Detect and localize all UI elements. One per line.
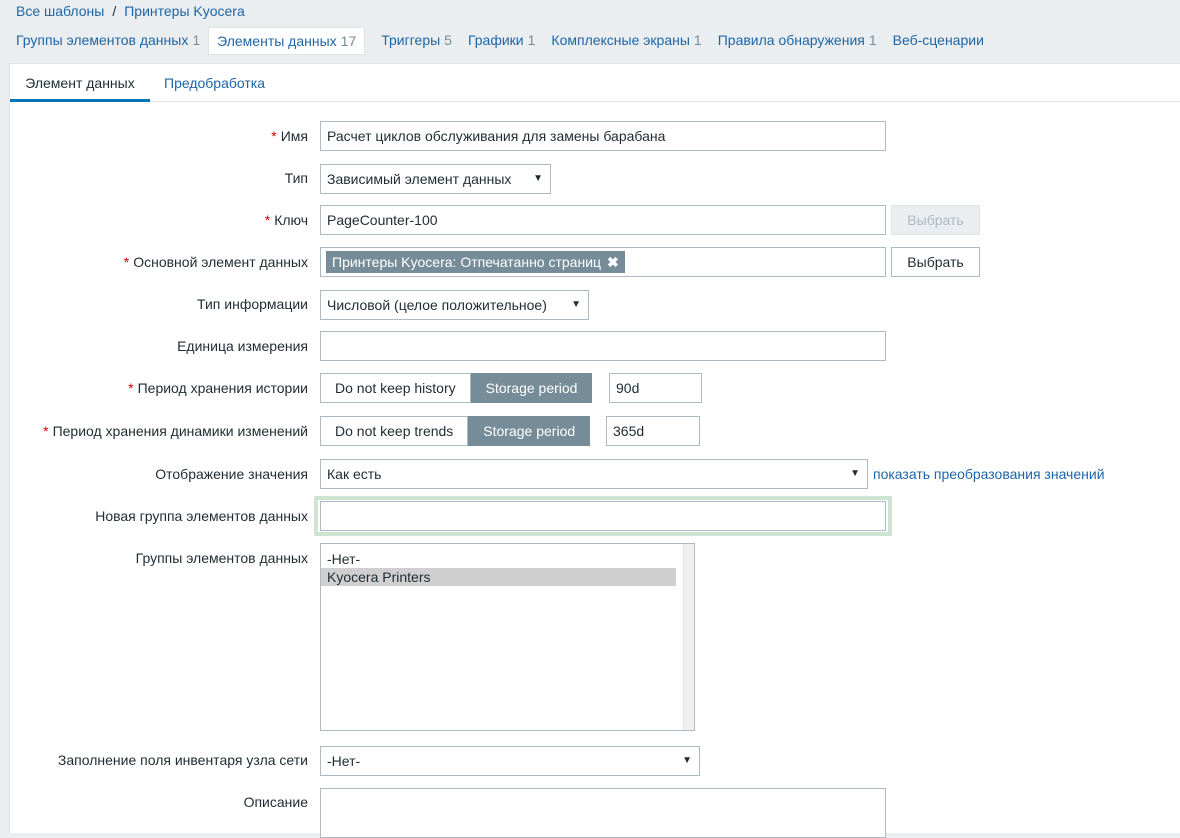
master-item-select-button[interactable]: Выбрать bbox=[891, 247, 980, 277]
trends-do-not-keep-option[interactable]: Do not keep trends bbox=[320, 416, 469, 446]
inventory-value: -Нет- bbox=[327, 753, 361, 769]
nav-item-groups[interactable]: Группы элементов данных 1 bbox=[8, 27, 208, 53]
chevron-down-icon: ▼ bbox=[850, 468, 860, 479]
trends-mode-toggle: Do not keep trends Storage period bbox=[320, 416, 591, 446]
type-label: Тип bbox=[284, 170, 308, 186]
tab-item[interactable]: Элемент данных bbox=[10, 64, 150, 102]
info-type-select[interactable]: Числовой (целое положительное) ▼ bbox=[320, 290, 589, 320]
history-label: * Период хранения истории bbox=[128, 380, 308, 396]
tab-preprocessing[interactable]: Предобработка bbox=[164, 64, 265, 100]
chevron-down-icon: ▼ bbox=[682, 755, 692, 766]
list-item[interactable]: Kyocera Printers bbox=[321, 568, 676, 586]
nav-label: Веб-сценарии bbox=[892, 32, 984, 48]
units-label: Единица измерения bbox=[177, 338, 308, 354]
nav-count: 1 bbox=[868, 32, 877, 48]
required-mark: * bbox=[128, 380, 134, 396]
master-item-chip: Принтеры Kyocera: Отпечатанно страниц ✖ bbox=[326, 251, 625, 273]
name-input[interactable]: Расчет циклов обслуживания для замены ба… bbox=[320, 121, 886, 151]
valuemap-select[interactable]: Как есть ▼ bbox=[320, 459, 868, 489]
valuemap-value: Как есть bbox=[327, 466, 382, 482]
breadcrumb-template[interactable]: Принтеры Kyocera bbox=[124, 3, 245, 19]
type-value: Зависимый элемент данных bbox=[327, 171, 512, 187]
nav-count: 5 bbox=[444, 32, 452, 48]
new-group-label: Новая группа элементов данных bbox=[95, 508, 308, 524]
history-period-input[interactable]: 90d bbox=[609, 373, 702, 403]
show-value-mappings-link[interactable]: показать преобразования значений bbox=[873, 466, 1105, 482]
units-input[interactable] bbox=[320, 331, 886, 361]
nav-item-discovery[interactable]: Правила обнаружения 1 bbox=[710, 27, 885, 53]
master-item-label: * Основной элемент данных bbox=[124, 254, 308, 270]
description-textarea[interactable] bbox=[320, 788, 886, 838]
info-type-value: Числовой (целое положительное) bbox=[327, 297, 547, 313]
name-label: * Имя bbox=[271, 128, 308, 144]
listbox-scrollbar[interactable] bbox=[683, 544, 694, 730]
key-select-button: Выбрать bbox=[891, 205, 980, 235]
nav-item-items[interactable]: Элементы данных 17 bbox=[208, 27, 366, 55]
chip-label: Принтеры Kyocera: Отпечатанно страниц bbox=[332, 254, 602, 270]
nav-label: Комплексные экраны bbox=[551, 32, 690, 48]
required-mark: * bbox=[123, 254, 130, 270]
nav-item-screens[interactable]: Комплексные экраны 1 bbox=[543, 27, 709, 53]
nav-label: Правила обнаружения bbox=[717, 32, 865, 48]
breadcrumb: Все шаблоны / Принтеры Kyocera bbox=[16, 3, 245, 19]
breadcrumb-separator: / bbox=[112, 3, 117, 19]
history-label-text: Период хранения истории bbox=[137, 380, 308, 396]
template-nav: Группы элементов данных 1 Элементы данных… bbox=[8, 27, 992, 55]
chevron-down-icon: ▼ bbox=[571, 299, 581, 310]
nav-item-triggers[interactable]: Триггеры 5 bbox=[373, 27, 460, 53]
info-type-label: Тип информации bbox=[197, 296, 308, 312]
nav-label: Элементы данных bbox=[217, 33, 337, 49]
trends-period-input[interactable]: 365d bbox=[606, 416, 700, 446]
nav-count: 1 bbox=[192, 32, 201, 48]
history-do-not-keep-option[interactable]: Do not keep history bbox=[320, 373, 471, 403]
nav-label: Группы элементов данных bbox=[16, 32, 189, 48]
required-mark: * bbox=[264, 212, 271, 228]
nav-label: Триггеры bbox=[381, 32, 441, 48]
groups-listbox[interactable]: -Нет- Kyocera Printers bbox=[320, 543, 695, 731]
nav-item-web[interactable]: Веб-сценарии bbox=[885, 27, 992, 53]
type-select[interactable]: Зависимый элемент данных ▼ bbox=[320, 164, 551, 194]
nav-count: 1 bbox=[693, 32, 702, 48]
key-input[interactable]: PageCounter-100 bbox=[320, 205, 886, 235]
form-tabs: Элемент данных Предобработка bbox=[10, 64, 1180, 102]
master-item-field[interactable]: Принтеры Kyocera: Отпечатанно страниц ✖ bbox=[320, 247, 886, 277]
inventory-label: Заполнение поля инвентаря узла сети bbox=[57, 752, 308, 768]
trends-label: * Период хранения динамики изменений bbox=[43, 423, 308, 439]
groups-label: Группы элементов данных bbox=[135, 550, 308, 566]
new-group-input[interactable] bbox=[320, 501, 886, 531]
nav-item-graphs[interactable]: Графики 1 bbox=[460, 27, 543, 53]
nav-count: 17 bbox=[340, 33, 357, 49]
history-storage-period-option[interactable]: Storage period bbox=[470, 373, 593, 403]
close-icon[interactable]: ✖ bbox=[607, 254, 619, 270]
breadcrumb-all-templates[interactable]: Все шаблоны bbox=[16, 3, 104, 19]
valuemap-label: Отображение значения bbox=[155, 466, 308, 482]
chevron-down-icon: ▼ bbox=[533, 173, 543, 184]
nav-count: 1 bbox=[527, 32, 536, 48]
description-label: Описание bbox=[243, 794, 308, 810]
trends-storage-period-option[interactable]: Storage period bbox=[468, 416, 591, 446]
nav-label: Графики bbox=[467, 32, 524, 48]
key-label: * Ключ bbox=[265, 212, 308, 228]
name-label-text: Имя bbox=[280, 128, 308, 144]
list-item[interactable]: -Нет- bbox=[321, 550, 694, 568]
required-mark: * bbox=[43, 423, 49, 439]
trends-label-text: Период хранения динамики изменений bbox=[52, 423, 308, 439]
key-label-text: Ключ bbox=[274, 212, 308, 228]
required-mark: * bbox=[271, 128, 277, 144]
master-item-label-text: Основной элемент данных bbox=[133, 254, 308, 270]
item-form-panel: Элемент данных Предобработка * Имя Расчет… bbox=[9, 63, 1180, 838]
inventory-select[interactable]: -Нет- ▼ bbox=[320, 746, 700, 776]
history-mode-toggle: Do not keep history Storage period bbox=[320, 373, 593, 403]
